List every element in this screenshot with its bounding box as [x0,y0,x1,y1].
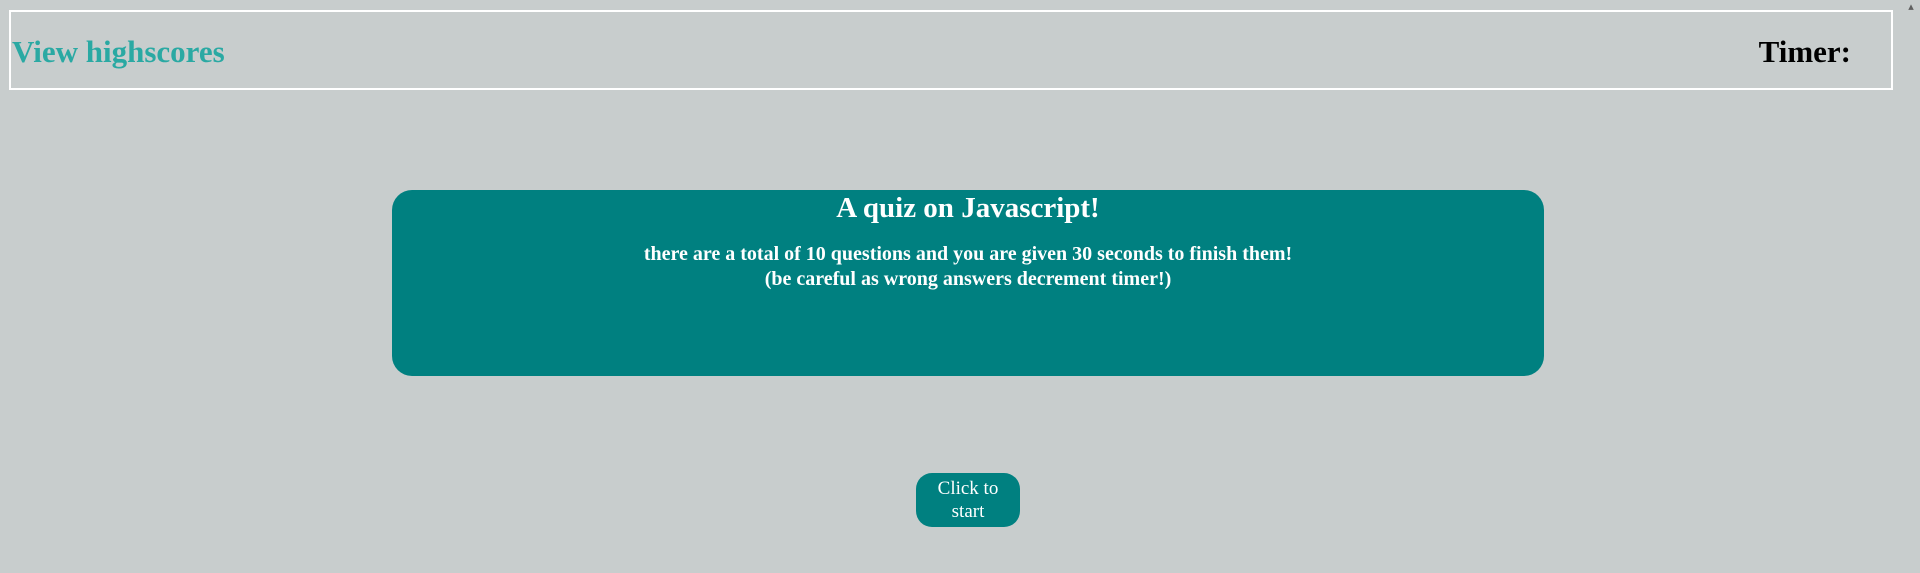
view-highscores-link[interactable]: View highscores [12,34,225,70]
quiz-page: View highscores Timer: A quiz on Javascr… [0,0,1920,573]
start-quiz-button[interactable]: Click to start [916,473,1020,527]
instructions-line-1: there are a total of 10 questions and yo… [643,243,1293,265]
quiz-title: A quiz on Javascript! [836,192,1100,224]
instructions-line-2: (be careful as wrong answers decrement t… [764,268,1172,290]
vertical-scrollbar[interactable]: ▴ [1903,0,1920,573]
timer-display: Timer: [1759,34,1857,70]
quiz-instructions: there are a total of 10 questions and yo… [392,224,1544,292]
header-bar: View highscores Timer: [9,10,1893,90]
chevron-up-icon[interactable]: ▴ [1904,0,1918,14]
timer-label: Timer: [1758,34,1851,69]
intro-card: A quiz on Javascript! there are a total … [392,190,1544,376]
